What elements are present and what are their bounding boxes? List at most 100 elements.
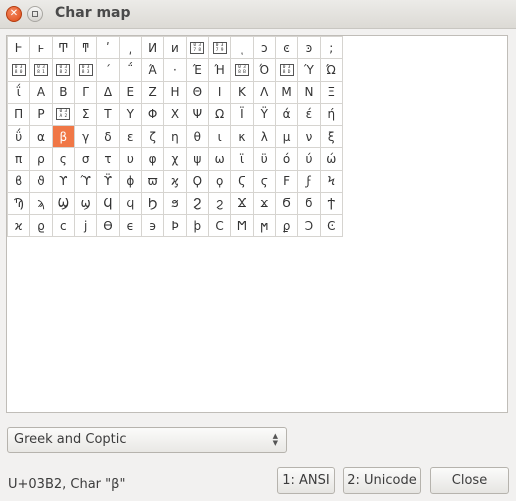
char-cell[interactable]: υ bbox=[118, 147, 141, 170]
char-cell[interactable]: Π bbox=[7, 102, 30, 125]
char-cell[interactable]: ϒ bbox=[51, 169, 74, 192]
char-cell[interactable]: Ϡ bbox=[7, 191, 30, 214]
char-cell[interactable]: Ρ bbox=[29, 102, 52, 125]
char-cell[interactable]: Θ bbox=[185, 80, 208, 103]
char-cell[interactable]: Γ bbox=[73, 80, 97, 103]
char-cell[interactable]: Ζ bbox=[140, 80, 164, 103]
char-cell[interactable]: Ϫ bbox=[230, 191, 253, 214]
char-cell[interactable]: ϊ bbox=[230, 147, 253, 170]
char-cell[interactable]: Α bbox=[29, 80, 52, 103]
char-cell[interactable]: Έ bbox=[185, 58, 208, 81]
char-cell[interactable]: Τ bbox=[96, 102, 119, 125]
char-cell[interactable]: Ͷ bbox=[140, 36, 164, 59]
char-cell[interactable]: ϋ bbox=[252, 147, 275, 170]
char-cell[interactable]: ϔ bbox=[96, 169, 119, 192]
char-cell[interactable]: ϲ bbox=[51, 214, 74, 237]
char-cell[interactable]: ϫ bbox=[252, 191, 275, 214]
char-cell[interactable]: ξ bbox=[319, 125, 342, 148]
char-cell[interactable]: Ν bbox=[297, 80, 320, 103]
char-cell[interactable]: π bbox=[7, 147, 30, 170]
char-cell[interactable]: ϑ bbox=[29, 169, 52, 192]
window-maximize-button[interactable] bbox=[27, 6, 43, 22]
char-cell[interactable]: ͽ bbox=[297, 36, 320, 59]
char-cell[interactable]: ρ bbox=[29, 147, 52, 170]
char-cell[interactable]: ͺ bbox=[230, 36, 253, 59]
char-cell[interactable]: Κ bbox=[230, 80, 253, 103]
char-cell[interactable]: Ϥ bbox=[96, 191, 119, 214]
char-cell[interactable]: Ϸ bbox=[163, 214, 186, 237]
char-cell[interactable]: ϭ bbox=[297, 191, 320, 214]
char-cell[interactable]: Ͱ bbox=[7, 36, 30, 59]
char-cell[interactable]: Ϛ bbox=[230, 169, 253, 192]
char-cell[interactable]: η bbox=[163, 125, 186, 148]
char-cell[interactable]: ϖ bbox=[140, 169, 164, 192]
char-cell[interactable]: ; bbox=[319, 36, 342, 59]
char-cell[interactable]: ή bbox=[319, 102, 342, 125]
char-cell[interactable]: ϗ bbox=[163, 169, 186, 192]
char-cell[interactable]: ϡ bbox=[29, 191, 52, 214]
char-cell-unassigned[interactable]: 0379 bbox=[207, 36, 231, 59]
char-cell[interactable]: χ bbox=[163, 147, 186, 170]
char-cell[interactable]: Η bbox=[163, 80, 186, 103]
char-cell[interactable]: Δ bbox=[96, 80, 119, 103]
char-cell[interactable]: ν bbox=[297, 125, 320, 148]
char-cell[interactable]: ΰ bbox=[7, 125, 30, 148]
char-cell[interactable]: Λ bbox=[252, 80, 275, 103]
unicode-block-select[interactable]: Greek and Coptic ▲ ▼ bbox=[7, 427, 287, 453]
char-cell[interactable]: Ή bbox=[207, 58, 231, 81]
char-cell[interactable]: Σ bbox=[73, 102, 97, 125]
char-cell[interactable]: Ͼ bbox=[319, 214, 342, 237]
char-cell[interactable]: ʹ bbox=[96, 36, 119, 59]
unicode-button[interactable]: 2: Unicode bbox=[343, 467, 421, 494]
char-cell[interactable]: ϶ bbox=[140, 214, 164, 237]
char-cell[interactable]: Υ bbox=[118, 102, 141, 125]
char-cell[interactable]: Β bbox=[51, 80, 74, 103]
char-cell[interactable]: ϣ bbox=[73, 191, 97, 214]
char-cell[interactable]: σ bbox=[73, 147, 97, 170]
ansi-button[interactable]: 1: ANSI bbox=[277, 467, 335, 494]
char-cell[interactable]: ϥ bbox=[118, 191, 141, 214]
char-cell[interactable]: τ bbox=[96, 147, 119, 170]
char-cell[interactable]: ϴ bbox=[96, 214, 119, 237]
char-cell[interactable]: ϩ bbox=[207, 191, 231, 214]
char-cell[interactable]: Ϭ bbox=[274, 191, 298, 214]
char-cell[interactable]: Μ bbox=[274, 80, 298, 103]
char-cell[interactable]: ͵ bbox=[118, 36, 141, 59]
char-cell[interactable]: ϸ bbox=[185, 214, 208, 237]
char-cell-unassigned[interactable]: 0383 bbox=[73, 58, 97, 81]
char-cell[interactable]: ϛ bbox=[252, 169, 275, 192]
char-cell[interactable]: ϳ bbox=[73, 214, 97, 237]
char-cell[interactable]: ι bbox=[207, 125, 231, 148]
char-cell[interactable]: Ϩ bbox=[185, 191, 208, 214]
char-cell[interactable]: Ό bbox=[252, 58, 275, 81]
char-cell[interactable]: ψ bbox=[185, 147, 208, 170]
char-cell[interactable]: Φ bbox=[140, 102, 164, 125]
char-cell-unassigned[interactable]: 038B bbox=[230, 58, 253, 81]
char-cell-unassigned[interactable]: 03A2 bbox=[51, 102, 74, 125]
char-cell[interactable]: ύ bbox=[297, 147, 320, 170]
char-cell[interactable]: έ bbox=[297, 102, 320, 125]
char-cell[interactable]: Ι bbox=[207, 80, 231, 103]
window-close-button[interactable]: ✕ bbox=[6, 6, 22, 22]
char-cell[interactable]: ϝ bbox=[297, 169, 320, 192]
char-cell[interactable]: β bbox=[51, 125, 74, 148]
char-cell[interactable]: ͷ bbox=[163, 36, 186, 59]
char-cell[interactable]: ΄ bbox=[96, 58, 119, 81]
char-cell[interactable]: κ bbox=[230, 125, 253, 148]
char-cell[interactable]: ϼ bbox=[274, 214, 298, 237]
char-cell-unassigned[interactable]: 038D bbox=[274, 58, 298, 81]
char-cell[interactable]: Ͻ bbox=[297, 214, 320, 237]
char-cell[interactable]: Ϣ bbox=[51, 191, 74, 214]
char-cell[interactable]: Ϊ bbox=[230, 102, 253, 125]
char-cell[interactable]: φ bbox=[140, 147, 164, 170]
char-cell[interactable]: Ͳ bbox=[51, 36, 74, 59]
char-cell[interactable]: μ bbox=[274, 125, 298, 148]
char-cell[interactable]: Ϻ bbox=[230, 214, 253, 237]
char-cell[interactable]: ϰ bbox=[7, 214, 30, 237]
char-cell[interactable]: α bbox=[29, 125, 52, 148]
char-cell[interactable]: θ bbox=[185, 125, 208, 148]
char-cell-unassigned[interactable]: 0382 bbox=[51, 58, 74, 81]
char-cell[interactable]: Χ bbox=[163, 102, 186, 125]
char-cell[interactable]: ϱ bbox=[29, 214, 52, 237]
char-cell[interactable]: ϧ bbox=[163, 191, 186, 214]
